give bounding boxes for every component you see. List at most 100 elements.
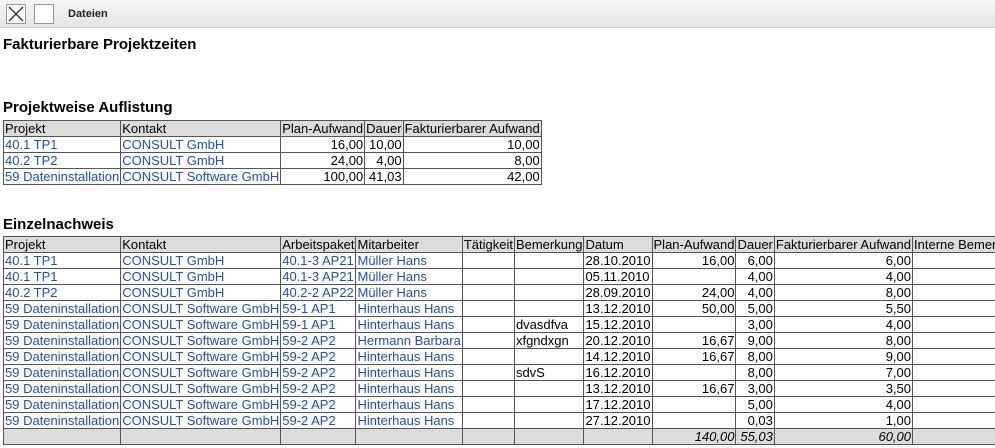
totals-empty-cell [583,428,653,445]
column-header-plan-aufwand: Plan-Aufwand [280,120,366,137]
cell-dauer: 41,03 [364,168,404,185]
close-icon [8,6,24,21]
cell-projekt[interactable]: 59 Dateninstallation [2,396,122,413]
table-row: 59 Dateninstallation CONSULT Software Gmb… [2,332,995,349]
tab-dateien[interactable]: Dateien [68,8,108,20]
cell-projekt[interactable]: 40.1 TP1 [2,252,122,269]
table-row: 59 Dateninstallation CONSULT Software Gmb… [2,412,995,429]
cell-interne-bemerkung [912,380,995,397]
cell-bemerkung [513,284,585,301]
cell-arbeitspaket[interactable]: 40.1-3 AP21 [280,268,357,285]
cell-arbeitspaket[interactable]: 59-2 AP2 [280,348,357,365]
table-row: 59 Dateninstallation CONSULT Software Gmb… [2,316,995,333]
close-button[interactable] [6,3,26,24]
cell-interne-bemerkung [912,284,995,301]
cell-mitarbeiter[interactable]: Hinterhaus Hans [355,364,463,381]
column-header-mitarbeiter: Mitarbeiter [355,236,463,253]
cell-projekt[interactable]: 59 Dateninstallation [2,332,122,349]
cell-mitarbeiter[interactable]: Hinterhaus Hans [355,300,463,317]
cell-dauer: 6,00 [735,252,775,269]
cell-interne-bemerkung [912,396,995,413]
cell-kontakt[interactable]: CONSULT Software GmbH [120,396,282,413]
cell-projekt[interactable]: 40.2 TP2 [2,284,122,301]
cell-plan-aufwand: 24,00 [651,284,737,301]
cell-kontakt[interactable]: CONSULT GmbH [120,268,282,285]
table-row: 59 Dateninstallation CONSULT Software Gmb… [2,168,542,185]
cell-arbeitspaket[interactable]: 59-2 AP2 [280,364,357,381]
cell-plan-aufwand [651,396,737,413]
column-header-dauer: Dauer [735,236,775,253]
cell-kontakt[interactable]: CONSULT GmbH [120,136,282,153]
cell-kontakt[interactable]: CONSULT GmbH [120,284,282,301]
project-summary-table: Projekt Kontakt Plan-Aufwand Dauer Fakturier… [2,120,542,185]
cell-kontakt[interactable]: CONSULT GmbH [120,152,282,169]
cell-arbeitspaket[interactable]: 59-1 AP1 [280,316,357,333]
cell-projekt[interactable]: 59 Dateninstallation [2,380,122,397]
cell-mitarbeiter[interactable]: Hinterhaus Hans [355,348,463,365]
cell-projekt[interactable]: 59 Dateninstallation [2,316,122,333]
cell-plan-aufwand: 16,00 [280,136,366,153]
cell-mitarbeiter[interactable]: Hinterhaus Hans [355,412,463,429]
cell-kontakt[interactable]: CONSULT Software GmbH [120,380,282,397]
cell-dauer: 5,00 [735,396,775,413]
cell-arbeitspaket[interactable]: 59-2 AP2 [280,332,357,349]
cell-kontakt[interactable]: CONSULT GmbH [120,252,282,269]
cell-mitarbeiter[interactable]: Hinterhaus Hans [355,396,463,413]
total-fakturierbarer-aufwand: 60,00 [773,428,914,445]
cell-mitarbeiter[interactable]: Müller Hans [355,252,463,269]
cell-projekt[interactable]: 59 Dateninstallation [2,300,122,317]
cell-plan-aufwand: 16,67 [651,348,737,365]
cell-plan-aufwand: 16,67 [651,380,737,397]
cell-arbeitspaket[interactable]: 59-2 AP2 [280,412,357,429]
cell-kontakt[interactable]: CONSULT Software GmbH [120,300,282,317]
cell-datum: 20.12.2010 [583,332,653,349]
cell-datum: 13.12.2010 [583,300,653,317]
cell-kontakt[interactable]: CONSULT Software GmbH [120,364,282,381]
cell-plan-aufwand [651,316,737,333]
cell-taetigkeit [461,332,515,349]
table-row: 59 Dateninstallation CONSULT Software Gmb… [2,348,995,365]
cell-projekt[interactable]: 59 Dateninstallation [2,364,122,381]
cell-kontakt[interactable]: CONSULT Software GmbH [120,332,282,349]
cell-fakturierbarer-aufwand: 8,00 [773,332,914,349]
cell-mitarbeiter[interactable]: Müller Hans [355,284,463,301]
table-row: 40.1 TP1 CONSULT GmbH 40.1-3 AP21 Müller Ha… [2,268,995,285]
cell-fakturierbarer-aufwand: 3,50 [773,380,914,397]
cell-mitarbeiter[interactable]: Müller Hans [355,268,463,285]
cell-projekt[interactable]: 40.1 TP1 [2,268,122,285]
cell-mitarbeiter[interactable]: Hinterhaus Hans [355,380,463,397]
total-dauer: 55,03 [735,428,775,445]
cell-kontakt[interactable]: CONSULT Software GmbH [120,316,282,333]
section-title-projektweise: Projektweise Auflistung [3,99,173,116]
cell-fakturierbarer-aufwand: 9,00 [773,348,914,365]
table-row: 59 Dateninstallation CONSULT Software Gmb… [2,300,995,317]
cell-arbeitspaket[interactable]: 40.1-3 AP21 [280,252,357,269]
cell-arbeitspaket[interactable]: 40.2-2 AP22 [280,284,357,301]
cell-kontakt[interactable]: CONSULT Software GmbH [120,348,282,365]
cell-plan-aufwand: 50,00 [651,300,737,317]
cell-projekt[interactable]: 59 Dateninstallation [2,412,122,429]
column-header-fakturierbarer-aufwand: Fakturierbarer Aufwand [773,236,914,253]
cell-bemerkung [513,268,585,285]
cell-dauer: 4,00 [735,268,775,285]
cell-dauer: 8,00 [735,348,775,365]
cell-kontakt[interactable]: CONSULT Software GmbH [120,412,282,429]
cell-kontakt[interactable]: CONSULT Software GmbH [120,168,282,185]
cell-arbeitspaket[interactable]: 59-2 AP2 [280,380,357,397]
cell-arbeitspaket[interactable]: 59-2 AP2 [280,396,357,413]
cell-projekt[interactable]: 40.2 TP2 [2,152,122,169]
blank-button[interactable] [34,3,54,24]
table-row: 59 Dateninstallation CONSULT Software Gmb… [2,380,995,397]
cell-projekt[interactable]: 59 Dateninstallation [2,348,122,365]
cell-arbeitspaket[interactable]: 59-1 AP1 [280,300,357,317]
cell-fakturierbarer-aufwand: 10,00 [402,136,542,153]
cell-datum: 16.12.2010 [583,364,653,381]
table-row: 40.1 TP1 CONSULT GmbH 40.1-3 AP21 Müller Ha… [2,252,995,269]
cell-projekt[interactable]: 59 Dateninstallation [2,168,122,185]
cell-fakturierbarer-aufwand: 8,00 [773,284,914,301]
cell-datum: 14.12.2010 [583,348,653,365]
cell-mitarbeiter[interactable]: Hermann Barbara [355,332,463,349]
totals-empty-cell [120,428,282,445]
cell-mitarbeiter[interactable]: Hinterhaus Hans [355,316,463,333]
cell-projekt[interactable]: 40.1 TP1 [2,136,122,153]
